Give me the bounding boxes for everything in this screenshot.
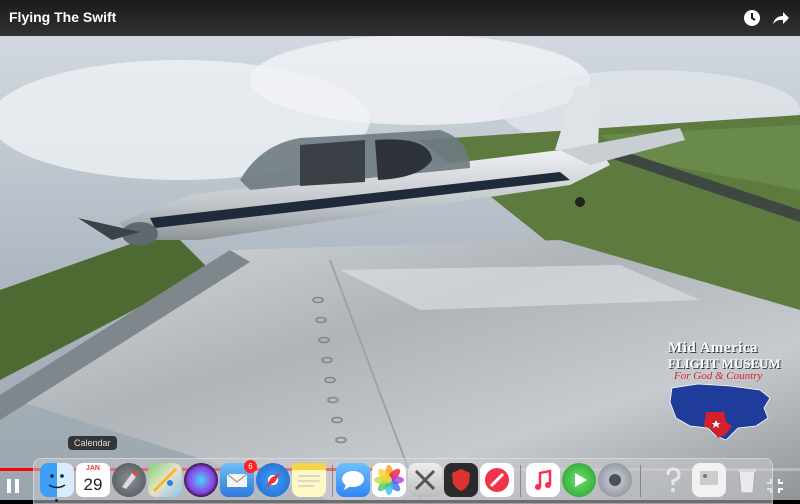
video-top-bar: Flying The Swift (0, 0, 800, 36)
mail-icon[interactable]: 6 (220, 460, 257, 497)
dock-tooltip: Calendar (68, 436, 117, 450)
shield-icon[interactable] (444, 463, 478, 497)
preview-icon[interactable] (692, 463, 726, 497)
messages-icon[interactable] (336, 463, 370, 497)
calendar-day: 29 (76, 473, 110, 497)
maps-icon[interactable] (148, 463, 182, 497)
news-icon[interactable] (480, 463, 514, 497)
watermark-line1: Mid America (668, 340, 759, 356)
macos-dock: JAN 29 6 (33, 458, 773, 504)
clock-icon[interactable] (742, 8, 762, 28)
pause-button[interactable] (4, 476, 22, 496)
launchpad-icon[interactable] (112, 463, 146, 497)
photos-icon[interactable] (372, 463, 406, 497)
calendar-icon[interactable]: JAN 29 (76, 463, 110, 497)
dock-separator (332, 465, 333, 497)
dock-separator (520, 465, 521, 497)
running-indicator (55, 499, 58, 502)
media-player-icon[interactable] (562, 463, 596, 497)
us-map-icon (669, 383, 771, 441)
siri-icon[interactable] (184, 463, 218, 497)
notes-icon[interactable] (292, 463, 326, 497)
music-icon[interactable] (526, 463, 560, 497)
safari-icon[interactable] (256, 463, 290, 497)
disk-utility-icon[interactable] (598, 463, 632, 497)
dock-separator (640, 465, 641, 497)
utilities-icon[interactable] (408, 463, 442, 497)
finder-icon[interactable] (40, 463, 74, 497)
trash-icon[interactable] (730, 463, 764, 497)
pause-icon (7, 479, 19, 493)
share-icon[interactable] (770, 8, 790, 28)
help-icon[interactable] (656, 463, 690, 497)
museum-watermark: Mid America FLIGHT MUSEUM For God & Coun… (660, 336, 781, 446)
video-title[interactable]: Flying The Swift (9, 9, 116, 25)
